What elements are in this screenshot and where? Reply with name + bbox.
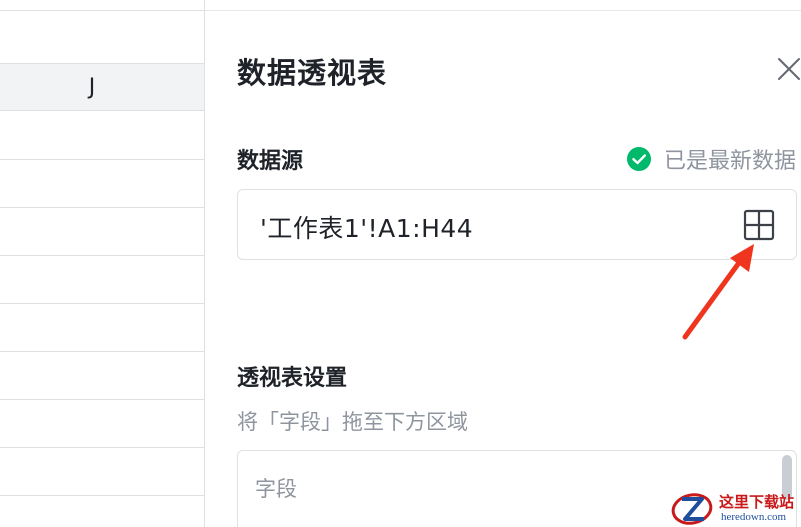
drag-hint-text: 将「字段」拖至下方区域 <box>237 410 468 434</box>
watermark-title: 这里下载站 <box>719 493 795 511</box>
close-icon[interactable] <box>776 56 801 82</box>
row-divider <box>0 255 204 256</box>
annotation-arrow-icon <box>682 244 754 340</box>
fields-placeholder: 字段 <box>255 477 297 501</box>
row-divider <box>0 159 204 160</box>
row-divider <box>0 447 204 448</box>
spreadsheet-grid: J <box>0 0 204 527</box>
toolbar-divider <box>0 10 204 11</box>
panel-divider <box>205 10 801 11</box>
column-header-label: J <box>88 74 96 100</box>
watermark-logo: 这里下载站 heredown.com <box>669 488 801 527</box>
status-text: 已是最新数据 <box>663 149 796 174</box>
panel-title: 数据透视表 <box>237 56 388 90</box>
pivot-settings-label: 透视表设置 <box>237 366 348 391</box>
data-source-label: 数据源 <box>237 149 304 174</box>
pivot-table-panel: 数据透视表 数据源 已是最新数据 '工作表1'!A1:H44 透视表设置 将「字… <box>204 0 801 527</box>
data-source-value: '工作表1'!A1:H44 <box>260 214 474 243</box>
watermark-subtitle: heredown.com <box>721 511 787 523</box>
check-circle-icon <box>626 147 651 171</box>
row-divider <box>0 207 204 208</box>
site-logo-icon <box>671 493 713 525</box>
data-status: 已是最新数据 <box>626 143 796 175</box>
row-divider <box>0 351 204 352</box>
grid-select-icon[interactable] <box>743 209 775 241</box>
row-divider <box>0 399 204 400</box>
column-header-j[interactable]: J <box>0 63 204 111</box>
row-divider <box>0 495 204 496</box>
row-divider <box>0 303 204 304</box>
